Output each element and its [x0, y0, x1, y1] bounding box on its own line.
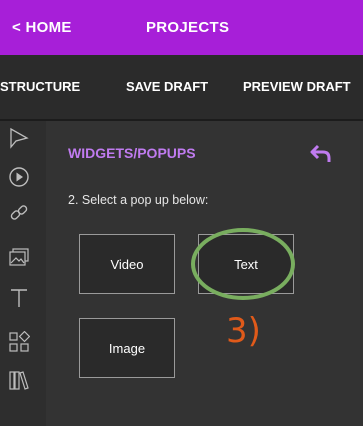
widgets-icon[interactable]: [8, 331, 30, 353]
cursor-icon[interactable]: [8, 127, 30, 149]
text-icon[interactable]: [8, 287, 30, 309]
link-icon[interactable]: [8, 202, 30, 224]
preview-draft-button[interactable]: PREVIEW DRAFT: [243, 79, 351, 94]
video-popup-button[interactable]: Video: [79, 234, 175, 294]
library-icon[interactable]: [8, 369, 30, 391]
image-gallery-icon[interactable]: [8, 246, 30, 268]
text-popup-label: Text: [234, 256, 258, 272]
projects-link[interactable]: PROJECTS: [146, 19, 229, 36]
video-popup-label: Video: [110, 256, 144, 272]
image-popup-label: Image: [108, 340, 146, 356]
tool-rail: [0, 121, 46, 426]
back-arrow-icon[interactable]: [309, 143, 333, 163]
play-icon[interactable]: [8, 166, 30, 188]
panel-title: WIDGETS/POPUPS: [68, 145, 196, 161]
instruction-text: 2. Select a pop up below:: [68, 193, 209, 207]
image-popup-button[interactable]: Image: [79, 318, 175, 378]
structure-button[interactable]: STRUCTURE: [0, 79, 80, 94]
text-popup-button[interactable]: Text: [198, 234, 294, 294]
top-nav-bar: < HOME PROJECTS: [0, 0, 363, 55]
save-draft-button[interactable]: SAVE DRAFT: [126, 79, 208, 94]
step-annotation: 3): [226, 311, 261, 351]
editor-toolbar: STRUCTURE SAVE DRAFT PREVIEW DRAFT: [0, 55, 363, 121]
widgets-panel: WIDGETS/POPUPS 2. Select a pop up below:…: [46, 121, 363, 426]
home-link[interactable]: < HOME: [12, 19, 72, 36]
